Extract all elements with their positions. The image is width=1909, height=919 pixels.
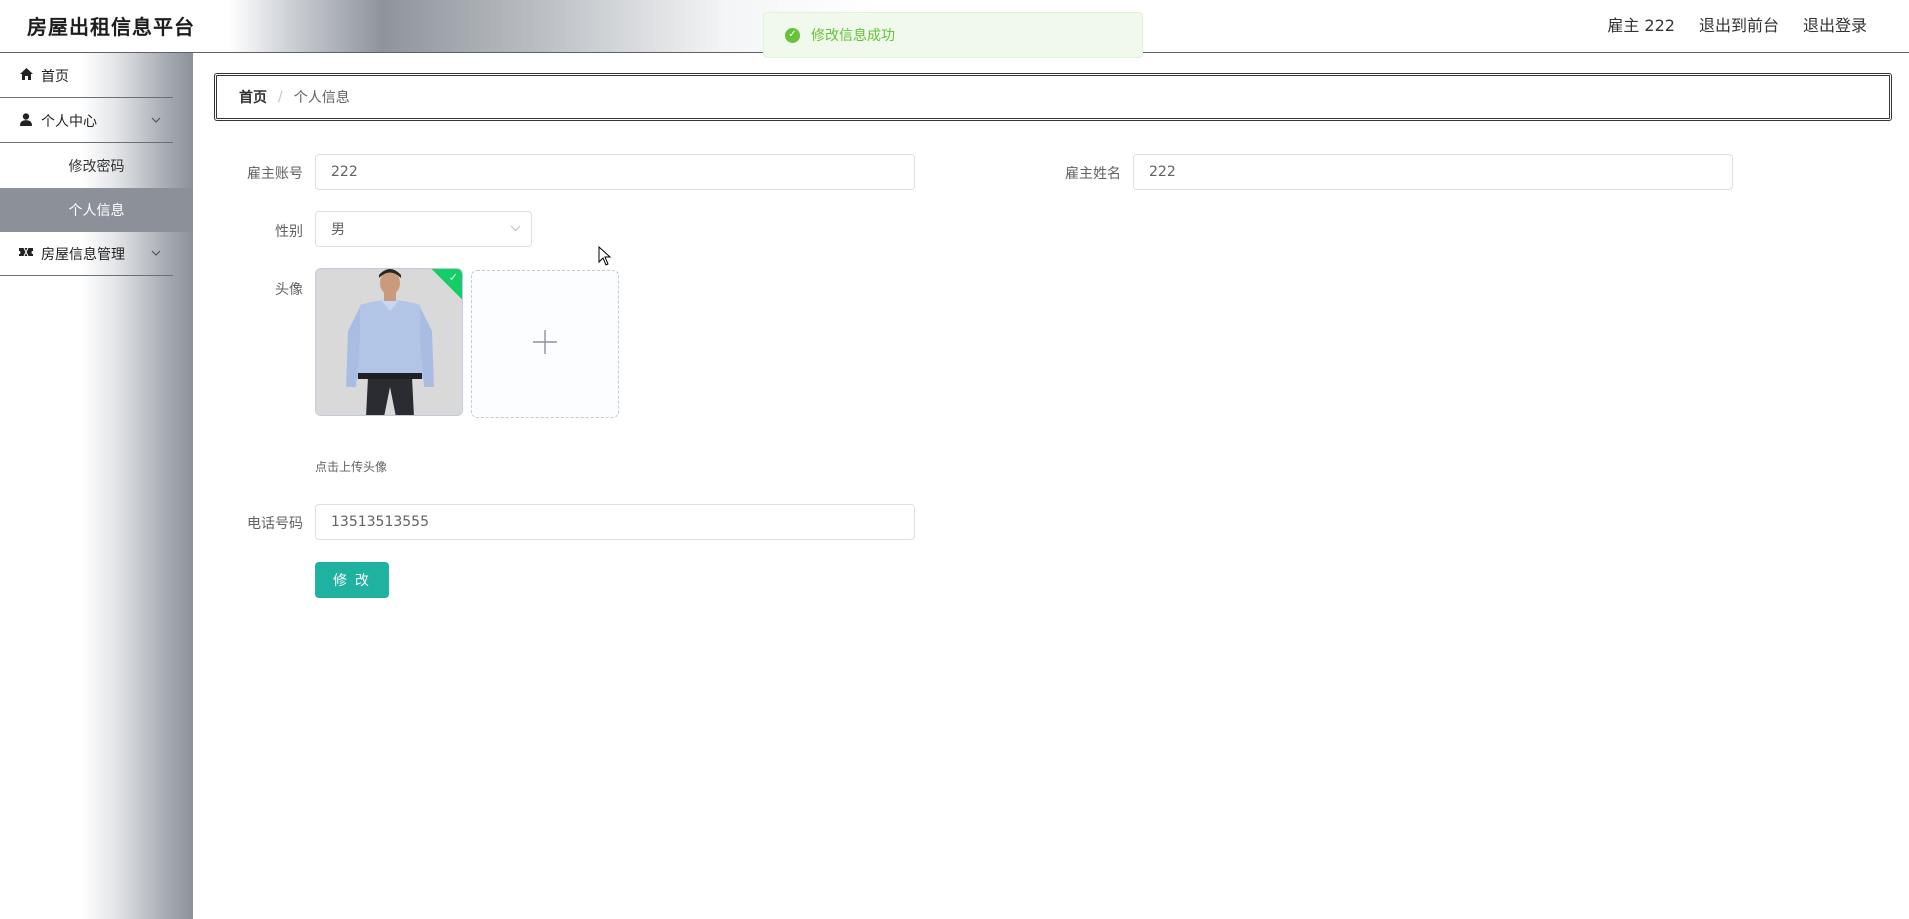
name-field[interactable]: 222 xyxy=(1133,154,1733,190)
avatar-thumbnail[interactable]: ✓ xyxy=(315,268,463,416)
check-icon: ✓ xyxy=(448,271,458,284)
ticket-icon xyxy=(19,246,33,261)
sidebar-item-label: 个人中心 xyxy=(41,113,97,130)
avatar-upload-tip: 点击上传头像 xyxy=(315,460,388,474)
success-toast: ✓ 修改信息成功 xyxy=(763,12,1143,58)
success-check-icon: ✓ xyxy=(785,27,800,43)
toast-message: 修改信息成功 xyxy=(811,28,895,44)
avatar-image xyxy=(316,269,462,415)
avatar-upload-button[interactable] xyxy=(471,270,619,418)
sidebar-item-personal-center[interactable]: 个人中心 xyxy=(0,99,173,143)
breadcrumb-home[interactable]: 首页 xyxy=(239,87,267,107)
account-field[interactable]: 222 xyxy=(315,154,915,190)
breadcrumb-separator: / xyxy=(278,89,283,105)
breadcrumb: 首页 / 个人信息 xyxy=(214,73,1892,121)
account-label: 雇主账号 xyxy=(247,166,303,182)
home-icon xyxy=(19,68,33,83)
gender-value: 男 xyxy=(331,222,345,238)
sidebar-item-label: 个人信息 xyxy=(68,203,125,219)
current-user: 雇主 222 xyxy=(1607,16,1675,35)
gender-label: 性别 xyxy=(275,224,303,240)
chevron-down-icon xyxy=(151,115,161,126)
breadcrumb-current: 个人信息 xyxy=(293,90,350,106)
sidebar-item-home[interactable]: 首页 xyxy=(0,54,173,98)
sidebar-item-change-password[interactable]: 修改密码 xyxy=(0,144,193,188)
user-icon xyxy=(19,112,33,129)
plus-icon xyxy=(532,324,558,364)
app-title: 房屋出租信息平台 xyxy=(27,15,195,39)
account-value: 222 xyxy=(331,164,358,180)
phone-field[interactable]: 13513513555 xyxy=(315,504,915,540)
chevron-down-icon xyxy=(510,224,521,235)
sidebar-item-label: 修改密码 xyxy=(68,159,125,175)
header-actions: 雇主 222 退出到前台 退出登录 xyxy=(1607,12,1867,36)
phone-value: 13513513555 xyxy=(331,514,429,530)
sidebar-item-label: 首页 xyxy=(41,68,69,85)
sidebar-item-personal-info[interactable]: 个人信息 xyxy=(0,188,193,232)
phone-label: 电话号码 xyxy=(247,516,303,532)
sidebar: 首页 个人中心 修改密码 个人信息 房屋信息管理 xyxy=(0,53,193,919)
name-label: 雇主姓名 xyxy=(1065,166,1121,182)
avatar-label: 头像 xyxy=(275,282,303,298)
name-value: 222 xyxy=(1149,164,1176,180)
chevron-down-icon xyxy=(151,248,161,259)
logout-link[interactable]: 退出登录 xyxy=(1803,12,1867,36)
submit-button[interactable]: 修 改 xyxy=(315,562,389,598)
sidebar-item-label: 房屋信息管理 xyxy=(41,246,125,263)
sidebar-item-house-management[interactable]: 房屋信息管理 xyxy=(0,232,173,276)
back-to-front-link[interactable]: 退出到前台 xyxy=(1699,12,1779,36)
gender-select[interactable]: 男 xyxy=(315,211,532,247)
